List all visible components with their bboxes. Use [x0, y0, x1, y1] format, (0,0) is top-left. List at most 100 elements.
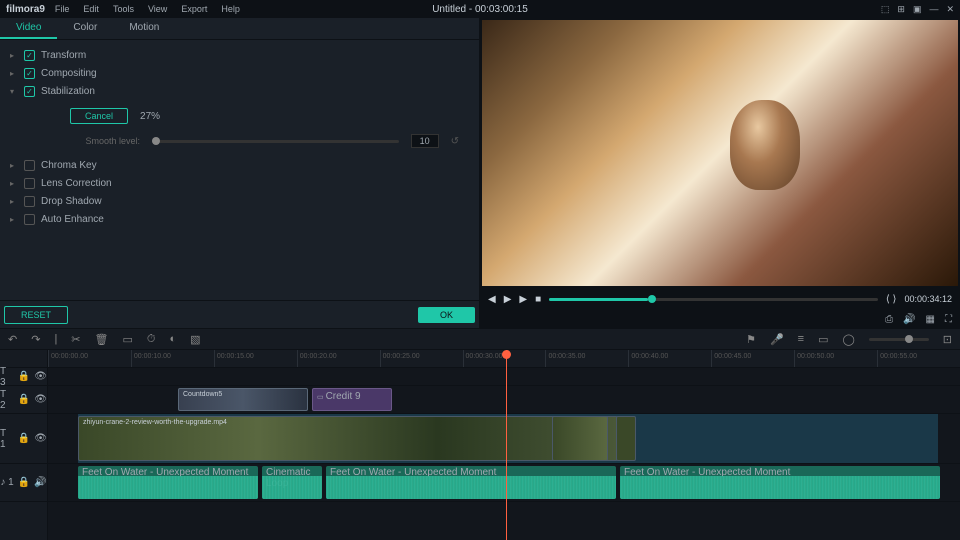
- menu-view[interactable]: View: [148, 4, 167, 14]
- playback-slider[interactable]: [549, 298, 878, 301]
- redo-icon[interactable]: ↷: [31, 333, 40, 346]
- eye-icon[interactable]: 👁: [34, 371, 47, 382]
- ruler-tick: 00:00:15.00: [214, 350, 297, 367]
- track-t2[interactable]: Countdown5 ▭ Credit 9: [48, 386, 960, 414]
- play-icon[interactable]: ▶: [504, 294, 512, 305]
- clip-audio-4[interactable]: Feet On Water - Unexpected Moment: [620, 466, 940, 499]
- checkbox-auto[interactable]: ✓: [24, 214, 35, 225]
- track-header-t2[interactable]: T 2🔒👁: [0, 386, 47, 414]
- cut-icon[interactable]: ✂: [71, 333, 80, 346]
- track-t1[interactable]: zhiyun-crane-2-review-worth-the-upgrade.…: [48, 414, 960, 464]
- window-minimize-icon[interactable]: —: [929, 4, 938, 15]
- snapshot-icon[interactable]: ⎙: [885, 314, 893, 325]
- lock-icon[interactable]: 🔒: [18, 394, 30, 405]
- zoom-out-icon[interactable]: ◯: [842, 333, 854, 346]
- caret-icon[interactable]: ▾: [10, 87, 18, 96]
- prop-transform[interactable]: Transform: [41, 50, 86, 61]
- prop-lens[interactable]: Lens Correction: [41, 178, 112, 189]
- smooth-slider[interactable]: [152, 140, 399, 143]
- track-header-t3[interactable]: T 3🔒👁: [0, 368, 47, 386]
- speed-icon[interactable]: ⏱: [147, 333, 156, 346]
- zoom-slider[interactable]: [869, 338, 929, 341]
- window-icon-3[interactable]: ▣: [913, 4, 922, 15]
- caret-icon[interactable]: ▸: [10, 179, 18, 188]
- caret-icon[interactable]: ▸: [10, 197, 18, 206]
- delete-icon[interactable]: 🗑: [95, 333, 109, 346]
- ruler-tick: 00:00:10.00: [131, 350, 214, 367]
- mic-icon[interactable]: 🎤: [770, 333, 784, 346]
- checkbox-chroma[interactable]: ✓: [24, 160, 35, 171]
- tab-color[interactable]: Color: [57, 18, 113, 39]
- ruler-tick: 00:00:40.00: [628, 350, 711, 367]
- stop-icon[interactable]: ■: [535, 294, 541, 305]
- clip-main-video[interactable]: zhiyun-crane-2-review-worth-the-upgrade.…: [78, 416, 618, 461]
- progress-percent: 27%: [140, 111, 160, 122]
- caret-icon[interactable]: ▸: [10, 161, 18, 170]
- checkbox-transform[interactable]: ✓: [24, 50, 35, 61]
- lock-icon[interactable]: 🔒: [18, 433, 30, 444]
- next-frame-icon[interactable]: ▶: [519, 294, 527, 305]
- checkbox-compositing[interactable]: ✓: [24, 68, 35, 79]
- lock-icon[interactable]: 🔒: [18, 371, 30, 382]
- clip-audio-1[interactable]: Feet On Water - Unexpected Moment: [78, 466, 258, 499]
- caret-icon[interactable]: ▸: [10, 51, 18, 60]
- menu-edit[interactable]: Edit: [83, 4, 99, 14]
- tab-motion[interactable]: Motion: [113, 18, 175, 39]
- clip-audio-3[interactable]: Feet On Water - Unexpected Moment: [326, 466, 616, 499]
- fullscreen-icon[interactable]: ⛶: [945, 314, 952, 325]
- clip-video-3[interactable]: [616, 416, 636, 461]
- smooth-label: Smooth level:: [70, 136, 140, 146]
- crop-icon[interactable]: ▭: [122, 333, 132, 346]
- checkbox-stabilization[interactable]: ✓: [24, 86, 35, 97]
- checkbox-lens[interactable]: ✓: [24, 178, 35, 189]
- window-icon-1[interactable]: ⬚: [881, 4, 890, 15]
- track-a1[interactable]: Feet On Water - Unexpected Moment Cinema…: [48, 464, 960, 502]
- mute-icon[interactable]: 🔊: [34, 477, 46, 488]
- prop-stabilization[interactable]: Stabilization: [41, 86, 95, 97]
- undo-icon[interactable]: ↶: [8, 333, 17, 346]
- eye-icon[interactable]: 👁: [34, 394, 47, 405]
- smooth-value-input[interactable]: 10: [411, 134, 439, 148]
- clip-audio-2[interactable]: Cinematic Loop: [262, 466, 322, 499]
- expand-icon[interactable]: ⟨ ⟩: [886, 294, 897, 305]
- clip-countdown[interactable]: Countdown5: [178, 388, 308, 411]
- app-logo: filmora9: [6, 4, 45, 15]
- track-header-t1[interactable]: T 1🔒👁: [0, 414, 47, 464]
- clip-credit[interactable]: ▭ Credit 9: [312, 388, 392, 411]
- color-icon[interactable]: ◐: [169, 333, 176, 345]
- window-close-icon[interactable]: ✕: [946, 4, 954, 15]
- lock-icon[interactable]: 🔒: [18, 477, 30, 488]
- track-t3[interactable]: [48, 368, 960, 386]
- prev-frame-icon[interactable]: ◀: [488, 294, 496, 305]
- prop-drop[interactable]: Drop Shadow: [41, 196, 102, 207]
- clip-video-2[interactable]: [552, 416, 608, 461]
- mixer-icon[interactable]: ≡: [798, 333, 804, 345]
- window-icon-2[interactable]: ⊞: [897, 4, 905, 15]
- green-screen-icon[interactable]: ▧: [190, 333, 200, 346]
- menu-help[interactable]: Help: [221, 4, 240, 14]
- marker-icon[interactable]: ⚑: [746, 333, 756, 346]
- quality-icon[interactable]: ▦: [926, 314, 935, 325]
- track-header-a1[interactable]: ♪ 1🔒🔊: [0, 464, 47, 502]
- menu-file[interactable]: File: [55, 4, 70, 14]
- checkbox-drop[interactable]: ✓: [24, 196, 35, 207]
- cancel-button[interactable]: Cancel: [70, 108, 128, 124]
- reset-smooth-icon[interactable]: ↺: [451, 136, 459, 147]
- menu-tools[interactable]: Tools: [113, 4, 134, 14]
- menu-export[interactable]: Export: [181, 4, 207, 14]
- zoom-fit-icon[interactable]: ⊡: [943, 333, 952, 346]
- tab-video[interactable]: Video: [0, 18, 57, 39]
- ok-button[interactable]: OK: [418, 307, 475, 323]
- prop-compositing[interactable]: Compositing: [41, 68, 97, 79]
- render-icon[interactable]: ▭: [818, 333, 828, 346]
- eye-icon[interactable]: 👁: [34, 433, 47, 444]
- video-preview[interactable]: [482, 20, 958, 286]
- prop-auto[interactable]: Auto Enhance: [41, 214, 104, 225]
- playhead[interactable]: [506, 350, 507, 540]
- caret-icon[interactable]: ▸: [10, 215, 18, 224]
- volume-icon[interactable]: 🔊: [903, 314, 915, 325]
- reset-button[interactable]: RESET: [4, 306, 68, 324]
- prop-chroma[interactable]: Chroma Key: [41, 160, 97, 171]
- caret-icon[interactable]: ▸: [10, 69, 18, 78]
- ruler-tick: 00:00:35.00: [545, 350, 628, 367]
